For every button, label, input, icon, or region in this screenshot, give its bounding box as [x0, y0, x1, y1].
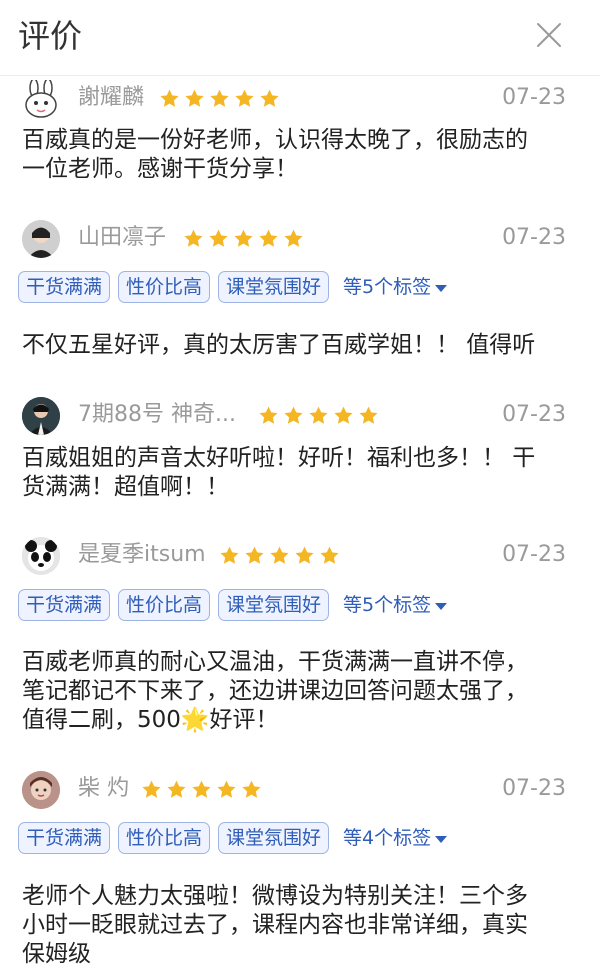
review-item: 柴 灼 07-23 干货满满 性价比高 课堂氛围好 等4个标签 老师个人魅力太强…: [0, 769, 600, 969]
tag-chip[interactable]: 性价比高: [118, 589, 211, 621]
star-icon: [295, 546, 314, 564]
reviewer-name: 柴 灼: [78, 776, 129, 801]
star-icon: [160, 89, 179, 107]
reviewer-name: 7期88号 神奇...: [78, 402, 236, 427]
more-tags-toggle[interactable]: 等5个标签: [343, 589, 448, 621]
star-icon: [217, 780, 236, 798]
chevron-down-icon: [435, 835, 448, 843]
rating-stars: [219, 544, 340, 566]
review-content-line: 值得二刷，500🌟好评！: [22, 707, 279, 733]
avatar[interactable]: [22, 220, 60, 258]
star-icon: [320, 546, 339, 564]
review-content-line: 百威老师真的耐心又温油，干货满满一直讲不停，: [22, 649, 528, 675]
more-tags-label: 等5个标签: [343, 594, 432, 616]
reviewer-name: 是夏季itsum: [78, 542, 206, 567]
more-tags-label: 等5个标签: [343, 276, 432, 298]
close-icon[interactable]: [536, 22, 562, 48]
review-content-line: 小时一眨眼就过去了，课程内容也非常详细，真实: [22, 912, 528, 938]
star-icon: [184, 229, 203, 247]
avatar[interactable]: [22, 78, 60, 118]
star-icon: [167, 780, 186, 798]
star-icon: [235, 89, 254, 107]
review-date: 07-23: [502, 225, 566, 250]
avatar[interactable]: [22, 537, 60, 575]
more-tags-toggle[interactable]: 等5个标签: [343, 271, 448, 303]
tag-chip[interactable]: 性价比高: [118, 271, 211, 303]
tag-list: 干货满满 性价比高 课堂氛围好 等5个标签: [18, 589, 448, 621]
review-content-line: 百威姐姐的声音太好听啦！好听！福利也多！！ 干: [22, 445, 536, 471]
review-date: 07-23: [502, 85, 566, 110]
more-tags-label: 等4个标签: [343, 827, 432, 849]
star-icon: [245, 546, 264, 564]
review-content-line: 百威真的是一份好老师，认识得太晚了，很励志的: [22, 127, 528, 153]
tag-chip[interactable]: 干货满满: [18, 271, 111, 303]
review-item: 山田凛子 07-23 干货满满 性价比高 课堂氛围好 等5个标签 不仅五星好评，…: [0, 218, 600, 368]
page-title: 评价: [18, 17, 83, 55]
star-icon: [309, 406, 328, 424]
avatar[interactable]: [22, 771, 60, 809]
star-icon: [185, 89, 204, 107]
star-icon: [142, 780, 161, 798]
rating-stars: [141, 778, 262, 800]
star-icon: [259, 406, 278, 424]
star-icon: [210, 89, 229, 107]
chevron-down-icon: [435, 284, 448, 292]
review-content-line: 不仅五星好评，真的太厉害了百威学姐！！ 值得听: [22, 332, 536, 358]
review-content: 百威真的是一份好老师，认识得太晚了，很励志的 一位老师。感谢干货分享！: [22, 126, 562, 184]
star-icon: [270, 546, 289, 564]
tag-chip[interactable]: 课堂氛围好: [218, 271, 330, 303]
tag-chip[interactable]: 性价比高: [118, 822, 211, 854]
review-item: 7期88号 神奇... 07-23 百威姐姐的声音太好听啦！好听！福利也多！！ …: [0, 395, 600, 515]
review-date: 07-23: [502, 542, 566, 567]
review-item: 是夏季itsum 07-23 干货满满 性价比高 课堂氛围好 等5个标签 百威老…: [0, 535, 600, 735]
review-content: 老师个人魅力太强啦！微博设为特别关注！三个多 小时一眨眼就过去了，课程内容也非常…: [22, 882, 562, 969]
rating-stars: [258, 404, 379, 426]
review-date: 07-23: [502, 402, 566, 427]
star-icon: [234, 229, 253, 247]
reviewer-name: 謝耀麟: [78, 85, 145, 110]
tag-chip[interactable]: 课堂氛围好: [218, 589, 330, 621]
star-icon: [209, 229, 228, 247]
review-content-line: 老师个人魅力太强啦！微博设为特别关注！三个多: [22, 883, 528, 909]
more-tags-toggle[interactable]: 等4个标签: [343, 822, 448, 854]
star-icon: [220, 546, 239, 564]
star-icon: [334, 406, 353, 424]
tag-chip[interactable]: 课堂氛围好: [218, 822, 330, 854]
review-content: 不仅五星好评，真的太厉害了百威学姐！！ 值得听: [22, 331, 562, 360]
review-content-line: 保姆级: [22, 941, 91, 967]
review-content-line: 一位老师。感谢干货分享！: [22, 156, 298, 182]
review-content-line: 笔记都记不下来了，还边讲课边回答问题太强了，: [22, 678, 528, 704]
review-item: 謝耀麟 07-23 百威真的是一份好老师，认识得太晚了，很励志的 一位老师。感谢…: [0, 78, 600, 198]
tag-list: 干货满满 性价比高 课堂氛围好 等4个标签: [18, 822, 448, 854]
star-icon: [242, 780, 261, 798]
star-icon: [260, 89, 279, 107]
star-icon: [259, 229, 278, 247]
review-header: 评价: [0, 0, 600, 76]
star-icon: [284, 229, 303, 247]
rating-stars: [159, 87, 280, 109]
star-icon: [192, 780, 211, 798]
reviewer-name: 山田凛子: [78, 225, 167, 250]
tag-chip[interactable]: 干货满满: [18, 589, 111, 621]
review-content: 百威老师真的耐心又温油，干货满满一直讲不停， 笔记都记不下来了，还边讲课边回答问…: [22, 648, 562, 735]
star-icon: [284, 406, 303, 424]
rating-stars: [183, 227, 304, 249]
tag-chip[interactable]: 干货满满: [18, 822, 111, 854]
star-icon: [359, 406, 378, 424]
review-content-line: 货满满！超值啊！！: [22, 474, 229, 500]
tag-list: 干货满满 性价比高 课堂氛围好 等5个标签: [18, 271, 448, 303]
review-content: 百威姐姐的声音太好听啦！好听！福利也多！！ 干 货满满！超值啊！！: [22, 444, 562, 502]
avatar[interactable]: [22, 397, 60, 435]
chevron-down-icon: [435, 602, 448, 610]
review-date: 07-23: [502, 776, 566, 801]
